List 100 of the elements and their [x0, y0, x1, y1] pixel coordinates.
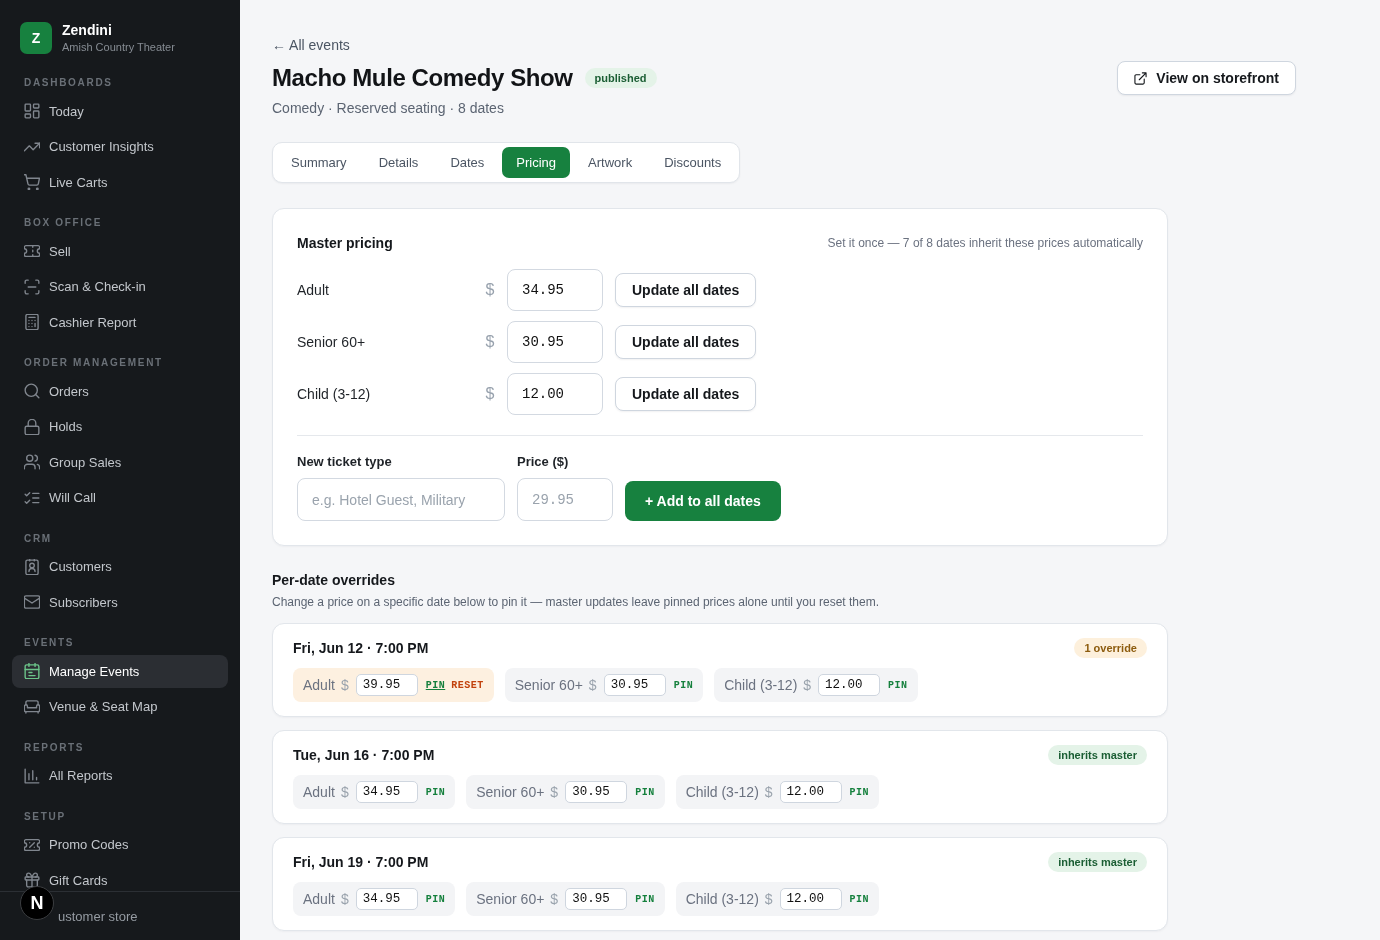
currency-symbol: $: [764, 891, 773, 907]
ticket-type-label: Adult: [297, 282, 330, 298]
currency-symbol: $: [485, 333, 495, 351]
price-input[interactable]: 30.95: [565, 888, 628, 910]
sidebar-item[interactable]: Subscribers: [12, 585, 228, 619]
currency-symbol: $: [803, 677, 812, 693]
tab[interactable]: Discounts: [650, 147, 736, 178]
ticket-type-label: Adult: [303, 891, 335, 907]
price-input[interactable]: 39.95: [355, 674, 418, 696]
pin-link[interactable]: PIN: [425, 679, 446, 691]
brand-subtitle: Amish Country Theater: [62, 41, 175, 54]
update-all-button[interactable]: Update all dates: [615, 273, 757, 307]
reset-link[interactable]: RESET: [451, 679, 484, 691]
status-badge: published: [584, 68, 657, 88]
sidebar-item[interactable]: Sell: [12, 234, 228, 268]
price-input[interactable]: 12.00: [779, 888, 842, 910]
section-label: BOX OFFICE: [23, 216, 104, 230]
ticket-type-label: Senior 60+: [297, 334, 367, 350]
sidebar-item[interactable]: Group Sales: [12, 445, 228, 479]
currency-symbol: $: [340, 784, 349, 800]
pin-link[interactable]: PIN: [849, 786, 870, 798]
ticket-type-label: Child (3-12): [724, 677, 798, 693]
date-title: Tue, Jun 16 · 7:00 PM: [293, 747, 435, 763]
override-badge: 1 override: [1074, 638, 1147, 658]
tab[interactable]: Artwork: [574, 147, 647, 178]
pin-link[interactable]: PIN: [673, 679, 694, 691]
section-label: CRM: [23, 531, 53, 546]
sidebar-item[interactable]: Venue & Seat Map: [12, 690, 228, 723]
cart-icon: [24, 174, 40, 190]
checklist-icon: [24, 489, 40, 506]
sidebar-item[interactable]: Live Carts: [12, 165, 228, 199]
sidebar-item[interactable]: Scan & Check-in: [12, 270, 228, 303]
update-all-button[interactable]: Update all dates: [615, 325, 757, 359]
store-link[interactable]: ustomer store: [58, 908, 138, 924]
ticket-type-label: Adult: [303, 784, 335, 800]
scan-frame-icon: [24, 278, 40, 295]
date-title: Fri, Jun 12 · 7:00 PM: [293, 640, 429, 656]
section-label: SETUP: [23, 809, 67, 824]
ticket-icon: [24, 243, 40, 259]
grid-icon: [24, 103, 40, 119]
ticket-name-input[interactable]: e.g. Hotel Guest, Military: [297, 478, 505, 521]
sidebar-item[interactable]: Today: [12, 94, 228, 128]
back-link[interactable]: ← All events: [272, 35, 350, 55]
currency-symbol: $: [764, 784, 773, 800]
pin-link[interactable]: PIN: [888, 679, 908, 691]
add-ticket-button[interactable]: + Add to all dates: [625, 481, 781, 521]
tab[interactable]: Dates: [436, 147, 499, 178]
section-label: ORDER MANAGEMENT: [23, 356, 164, 370]
price-input[interactable]: 12.00: [818, 674, 881, 696]
ticket-type-label: Child (3-12): [685, 784, 759, 800]
ticket-type-label: Child (3-12): [685, 891, 759, 907]
price-input[interactable]: 34.95: [355, 781, 418, 803]
sidebar-item[interactable]: Customer Insights: [12, 130, 228, 163]
price-input[interactable]: 34.95: [355, 888, 418, 910]
sidebar-item[interactable]: All Reports: [12, 759, 228, 792]
pin-link[interactable]: PIN: [425, 786, 446, 798]
inherits-badge: inherits master: [1048, 745, 1147, 765]
bar-chart-icon: [24, 767, 40, 784]
sidebar-item[interactable]: Cashier Report: [12, 305, 228, 339]
section-label: EVENTS: [23, 636, 76, 650]
currency-symbol: $: [588, 677, 597, 693]
section-label: REPORTS: [23, 740, 86, 755]
mail-icon: [24, 594, 40, 610]
sidebar-item[interactable]: Customers: [12, 550, 228, 583]
sofa-icon: [24, 698, 40, 715]
pin-link[interactable]: PIN: [425, 893, 446, 905]
lock-icon: [24, 418, 40, 435]
pin-link[interactable]: PIN: [635, 893, 655, 905]
sidebar-item[interactable]: Will Call: [12, 481, 228, 514]
sidebar-item[interactable]: Holds: [12, 410, 228, 443]
page-title: Macho Mule Comedy Show: [272, 63, 573, 93]
price-input[interactable]: 30.95: [603, 674, 666, 696]
sidebar-item[interactable]: Orders: [12, 374, 228, 408]
tab[interactable]: Pricing: [502, 147, 571, 178]
pin-link[interactable]: PIN: [849, 893, 870, 905]
section-title: Per-date overrides: [272, 571, 396, 590]
price-input[interactable]: 30.95: [507, 321, 603, 363]
tab[interactable]: Summary: [277, 147, 361, 178]
percent-ticket-icon: [24, 836, 40, 853]
dev-tools-badge[interactable]: N: [20, 886, 54, 920]
ticket-type-label: Senior 60+: [476, 784, 545, 800]
ticket-type-label: Child (3-12): [297, 386, 372, 402]
update-all-button[interactable]: Update all dates: [615, 377, 757, 411]
sidebar-item[interactable]: Manage Events: [12, 654, 228, 688]
currency-symbol: $: [550, 784, 559, 800]
currency-symbol: $: [485, 281, 495, 299]
price-input[interactable]: 12.00: [507, 373, 603, 415]
inherits-badge: inherits master: [1048, 852, 1147, 872]
price-input[interactable]: 34.95: [507, 269, 603, 311]
storefront-button[interactable]: View on storefront: [1117, 61, 1296, 95]
users-icon: [24, 454, 40, 470]
external-link-icon: [1134, 71, 1148, 85]
tab[interactable]: Details: [364, 147, 433, 178]
sidebar-item[interactable]: Promo Codes: [12, 828, 228, 861]
price-input[interactable]: 30.95: [565, 781, 628, 803]
price-input[interactable]: 12.00: [779, 781, 842, 803]
currency-symbol: $: [340, 677, 349, 693]
currency-symbol: $: [340, 891, 349, 907]
pin-link[interactable]: PIN: [635, 786, 655, 798]
price-input[interactable]: 29.95: [517, 478, 613, 521]
